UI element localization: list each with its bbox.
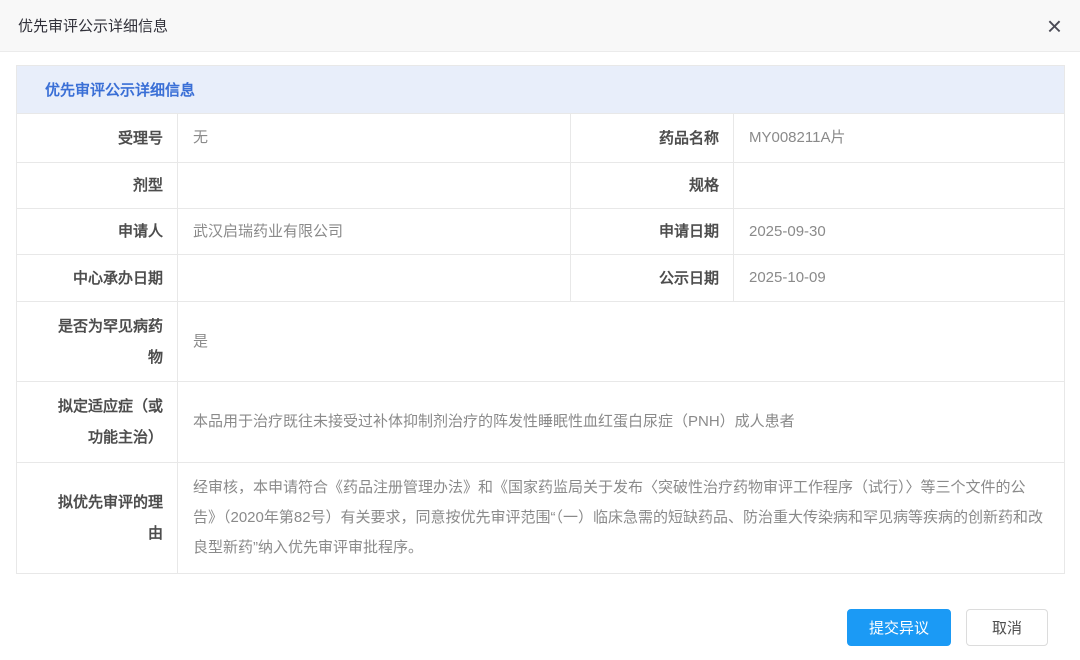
table-section-header-row: 优先审评公示详细信息	[17, 66, 1065, 114]
field-value-center-undertake-date	[178, 255, 571, 302]
field-value-priority-review-reason: 经审核，本申请符合《药品注册管理办法》和《国家药监局关于发布〈突破性治疗药物审评…	[178, 463, 1065, 574]
field-label-dosage-form: 剂型	[17, 163, 178, 209]
field-label-application-date: 申请日期	[571, 209, 734, 255]
field-label-drug-name: 药品名称	[571, 114, 734, 163]
field-value-rare-disease-drug: 是	[178, 302, 1065, 382]
field-label-rare-disease-drug: 是否为罕见病药物	[17, 302, 178, 382]
table-row: 剂型 规格	[17, 163, 1065, 209]
table-row: 中心承办日期 公示日期 2025-10-09	[17, 255, 1065, 302]
field-label-proposed-indication: 拟定适应症（或功能主治）	[17, 382, 178, 463]
field-label-center-undertake-date: 中心承办日期	[17, 255, 178, 302]
table-row: 拟优先审评的理由 经审核，本申请符合《药品注册管理办法》和《国家药监局关于发布〈…	[17, 463, 1065, 574]
close-icon[interactable]: ×	[1047, 15, 1062, 37]
table-row: 是否为罕见病药物 是	[17, 302, 1065, 382]
dialog-title: 优先审评公示详细信息	[18, 15, 168, 36]
field-label-publicity-date: 公示日期	[571, 255, 734, 302]
dialog-footer: 提交异议 取消	[16, 574, 1064, 646]
field-label-specification: 规格	[571, 163, 734, 209]
field-value-dosage-form	[178, 163, 571, 209]
table-row: 受理号 无 药品名称 MY008211A片	[17, 114, 1065, 163]
table-row: 拟定适应症（或功能主治） 本品用于治疗既往未接受过补体抑制剂治疗的阵发性睡眠性血…	[17, 382, 1065, 463]
detail-table: 优先审评公示详细信息 受理号 无 药品名称 MY008211A片 剂型 规格 申…	[16, 65, 1065, 574]
submit-objection-button[interactable]: 提交异议	[847, 609, 951, 646]
cancel-button[interactable]: 取消	[966, 609, 1048, 646]
field-value-drug-name: MY008211A片	[734, 114, 1065, 163]
table-section-title: 优先审评公示详细信息	[17, 66, 1065, 114]
priority-review-detail-dialog: 优先审评公示详细信息 × 优先审评公示详细信息 受理号 无 药品名称 MY008…	[0, 0, 1080, 646]
dialog-header: 优先审评公示详细信息 ×	[0, 0, 1080, 52]
dialog-body: 优先审评公示详细信息 受理号 无 药品名称 MY008211A片 剂型 规格 申…	[0, 52, 1080, 646]
field-value-acceptance-no: 无	[178, 114, 571, 163]
field-value-application-date: 2025-09-30	[734, 209, 1065, 255]
table-row: 申请人 武汉启瑞药业有限公司 申请日期 2025-09-30	[17, 209, 1065, 255]
field-value-proposed-indication: 本品用于治疗既往未接受过补体抑制剂治疗的阵发性睡眠性血红蛋白尿症（PNH）成人患…	[178, 382, 1065, 463]
field-label-applicant: 申请人	[17, 209, 178, 255]
field-value-specification	[734, 163, 1065, 209]
field-label-acceptance-no: 受理号	[17, 114, 178, 163]
field-value-publicity-date: 2025-10-09	[734, 255, 1065, 302]
field-label-priority-review-reason: 拟优先审评的理由	[17, 463, 178, 574]
field-value-applicant: 武汉启瑞药业有限公司	[178, 209, 571, 255]
